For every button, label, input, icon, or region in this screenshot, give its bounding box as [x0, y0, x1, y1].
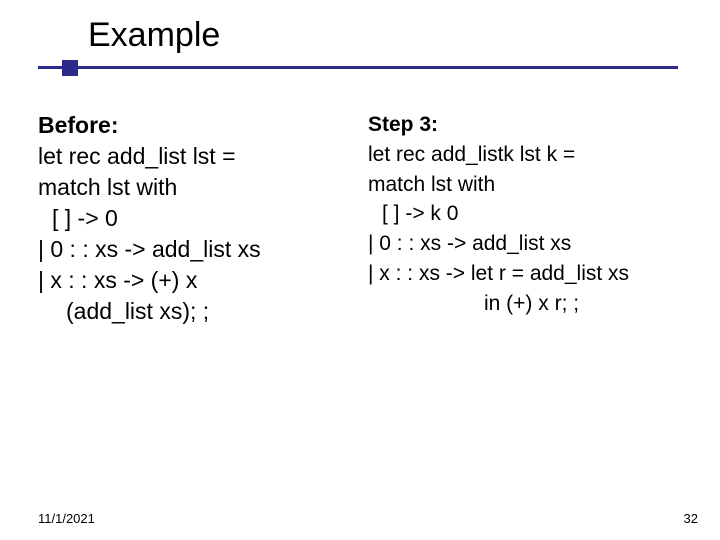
- right-heading: Step 3:: [368, 110, 690, 140]
- left-line-5: | x : : xs -> (+) x: [38, 265, 360, 296]
- right-line-2: match lst with: [368, 170, 690, 200]
- left-line-4: | 0 : : xs -> add_list xs: [38, 234, 360, 265]
- footer-page-number: 32: [684, 511, 698, 526]
- left-line-1: let rec add_list lst =: [38, 141, 360, 172]
- right-line-4: | 0 : : xs -> add_list xs: [368, 229, 690, 259]
- right-line-3: [ ] -> k 0: [368, 199, 690, 229]
- slide: Example Before: let rec add_list lst = m…: [0, 0, 720, 540]
- slide-title: Example: [88, 16, 220, 55]
- accent-square: [62, 60, 78, 76]
- left-column: Before: let rec add_list lst = match lst…: [38, 110, 360, 327]
- title-area: Example: [0, 10, 720, 80]
- left-line-2: match lst with: [38, 172, 360, 203]
- left-heading: Before:: [38, 110, 360, 141]
- right-column: Step 3: let rec add_listk lst k = match …: [368, 110, 690, 327]
- content-area: Before: let rec add_list lst = match lst…: [38, 110, 690, 327]
- right-line-5: | x : : xs -> let r = add_list xs: [368, 259, 690, 289]
- accent-line: [38, 66, 678, 69]
- right-line-6: in (+) x r; ;: [368, 289, 690, 319]
- left-line-6: (add_list xs); ;: [38, 296, 360, 327]
- right-line-1: let rec add_listk lst k =: [368, 140, 690, 170]
- left-line-3: [ ] -> 0: [38, 203, 360, 234]
- footer-date: 11/1/2021: [38, 511, 95, 526]
